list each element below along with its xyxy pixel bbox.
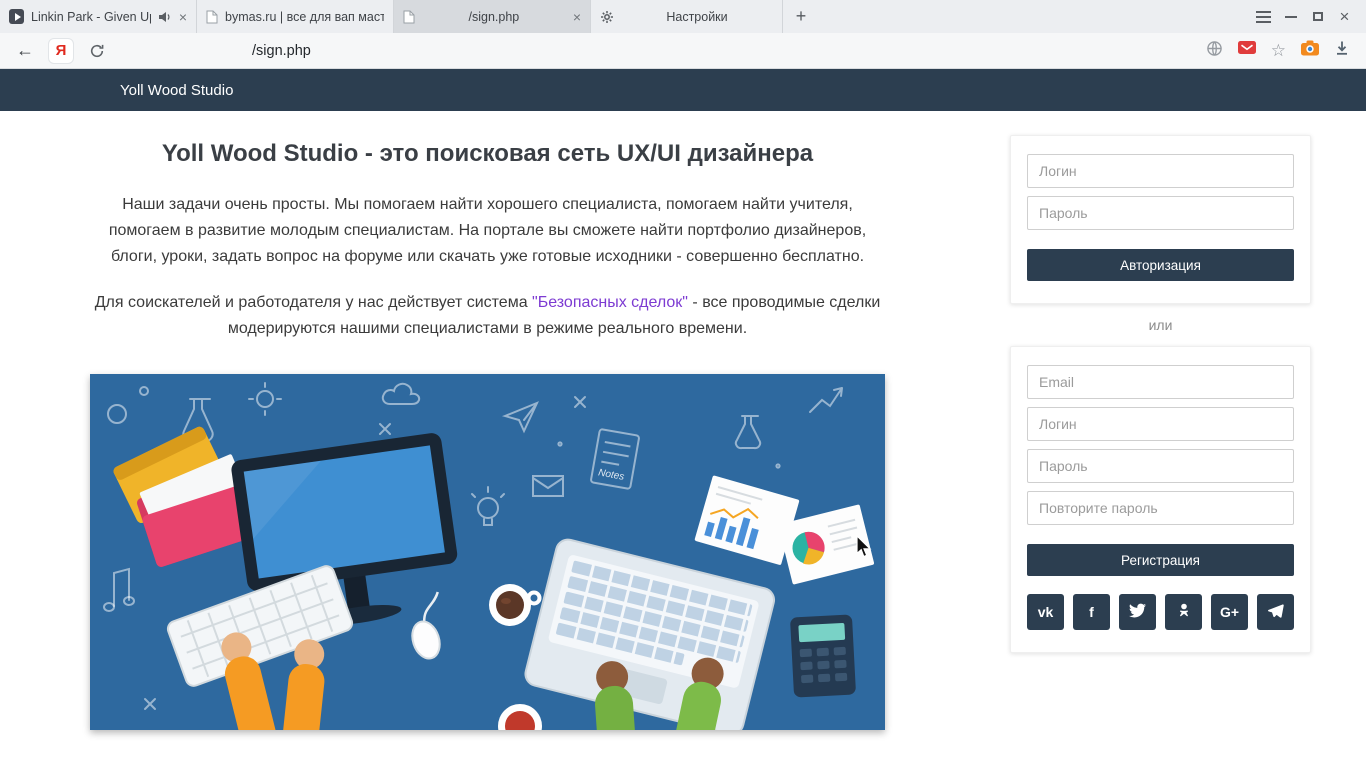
tab-title: /sign.php xyxy=(422,10,566,24)
or-divider: или xyxy=(1010,317,1311,333)
authorize-button[interactable]: Авторизация xyxy=(1027,249,1294,281)
hero-illustration: Notes xyxy=(90,374,885,730)
password-input[interactable] xyxy=(1027,196,1294,230)
gear-icon xyxy=(600,10,614,24)
vk-icon: vk xyxy=(1038,604,1054,620)
google-plus-button[interactable]: G+ xyxy=(1211,594,1248,630)
globe-icon[interactable] xyxy=(1206,40,1223,62)
adblock-extension-icon[interactable] xyxy=(1238,41,1256,60)
twitter-icon xyxy=(1129,602,1146,622)
login-card: Авторизация xyxy=(1010,135,1311,304)
tab-close-icon[interactable]: × xyxy=(179,10,187,24)
address-text: /sign.php xyxy=(252,43,311,59)
maximize-icon xyxy=(1313,12,1323,21)
tab-settings[interactable]: Настройки xyxy=(591,0,783,33)
bookmark-star-icon[interactable]: ☆ xyxy=(1271,42,1286,59)
register-password-repeat-input[interactable] xyxy=(1027,491,1294,525)
maximize-button[interactable] xyxy=(1304,0,1331,33)
refresh-button[interactable] xyxy=(84,38,110,64)
facebook-icon: f xyxy=(1089,604,1094,620)
safe-deals-paragraph: Для соискателей и работодателя у нас дей… xyxy=(90,290,885,342)
site-header: Yoll Wood Studio xyxy=(0,69,1366,111)
register-button[interactable]: Регистрация xyxy=(1027,544,1294,576)
auth-column: Авторизация или Регистрация vk f xyxy=(1010,135,1311,653)
close-window-button[interactable]: × xyxy=(1331,0,1358,33)
intro-paragraph: Наши задачи очень просты. Мы помогаем на… xyxy=(90,192,885,270)
browser-toolbar: ← Я /sign.php ☆ xyxy=(0,33,1366,69)
screenshot-extension-icon[interactable] xyxy=(1301,40,1319,61)
window-controls: × xyxy=(1250,0,1366,33)
hamburger-icon xyxy=(1256,16,1271,18)
facebook-button[interactable]: f xyxy=(1073,594,1110,630)
register-password-input[interactable] xyxy=(1027,449,1294,483)
email-input[interactable] xyxy=(1027,365,1294,399)
tab-bymas[interactable]: bymas.ru | все для вап маст xyxy=(197,0,394,33)
page-favicon-icon xyxy=(403,10,415,24)
tab-title: Linkin Park - Given Up xyxy=(31,10,151,24)
brand-link[interactable]: Yoll Wood Studio xyxy=(120,82,233,99)
vk-button[interactable]: vk xyxy=(1027,594,1064,630)
browser-window: Linkin Park - Given Up × bymas.ru | все … xyxy=(0,0,1366,765)
tab-strip: Linkin Park - Given Up × bymas.ru | все … xyxy=(0,0,1366,33)
minimize-button[interactable] xyxy=(1277,0,1304,33)
download-icon[interactable] xyxy=(1334,40,1350,61)
telegram-button[interactable] xyxy=(1257,594,1294,630)
new-tab-button[interactable]: + xyxy=(783,0,819,33)
page-content: Yoll Wood Studio - это поисковая сеть UX… xyxy=(0,111,1366,765)
google-plus-icon: G+ xyxy=(1220,604,1239,620)
register-login-input[interactable] xyxy=(1027,407,1294,441)
social-login-row: vk f G+ xyxy=(1027,594,1294,630)
login-input[interactable] xyxy=(1027,154,1294,188)
tab-title: Настройки xyxy=(666,10,727,24)
mouse-cursor xyxy=(856,535,872,564)
safe-deals-link[interactable]: "Безопасных сделок" xyxy=(532,294,688,311)
telegram-icon xyxy=(1267,602,1284,622)
tab-title: bymas.ru | все для вап маст xyxy=(225,10,384,24)
tab-music[interactable]: Linkin Park - Given Up × xyxy=(0,0,197,33)
back-button[interactable]: ← xyxy=(12,38,38,64)
twitter-button[interactable] xyxy=(1119,594,1156,630)
yandex-button[interactable]: Я xyxy=(48,38,74,64)
page-title: Yoll Wood Studio - это поисковая сеть UX… xyxy=(90,140,885,168)
tab-audio-icon[interactable] xyxy=(158,11,172,23)
paragraph-text: Для соискателей и работодателя у нас дей… xyxy=(95,294,532,311)
menu-button[interactable] xyxy=(1250,0,1277,33)
video-favicon-icon xyxy=(9,9,24,24)
odnoklassniki-button[interactable] xyxy=(1165,594,1202,630)
page-favicon-icon xyxy=(206,10,218,24)
odnoklassniki-icon xyxy=(1176,602,1192,622)
address-bar[interactable]: /sign.php xyxy=(120,33,1196,69)
register-card: Регистрация vk f G+ xyxy=(1010,346,1311,653)
intro-column: Yoll Wood Studio - это поисковая сеть UX… xyxy=(90,111,885,730)
toolbar-icons: ☆ xyxy=(1206,40,1350,62)
minimize-icon xyxy=(1285,16,1297,18)
tab-sign-php[interactable]: /sign.php × xyxy=(394,0,591,33)
tab-close-icon[interactable]: × xyxy=(573,10,581,24)
